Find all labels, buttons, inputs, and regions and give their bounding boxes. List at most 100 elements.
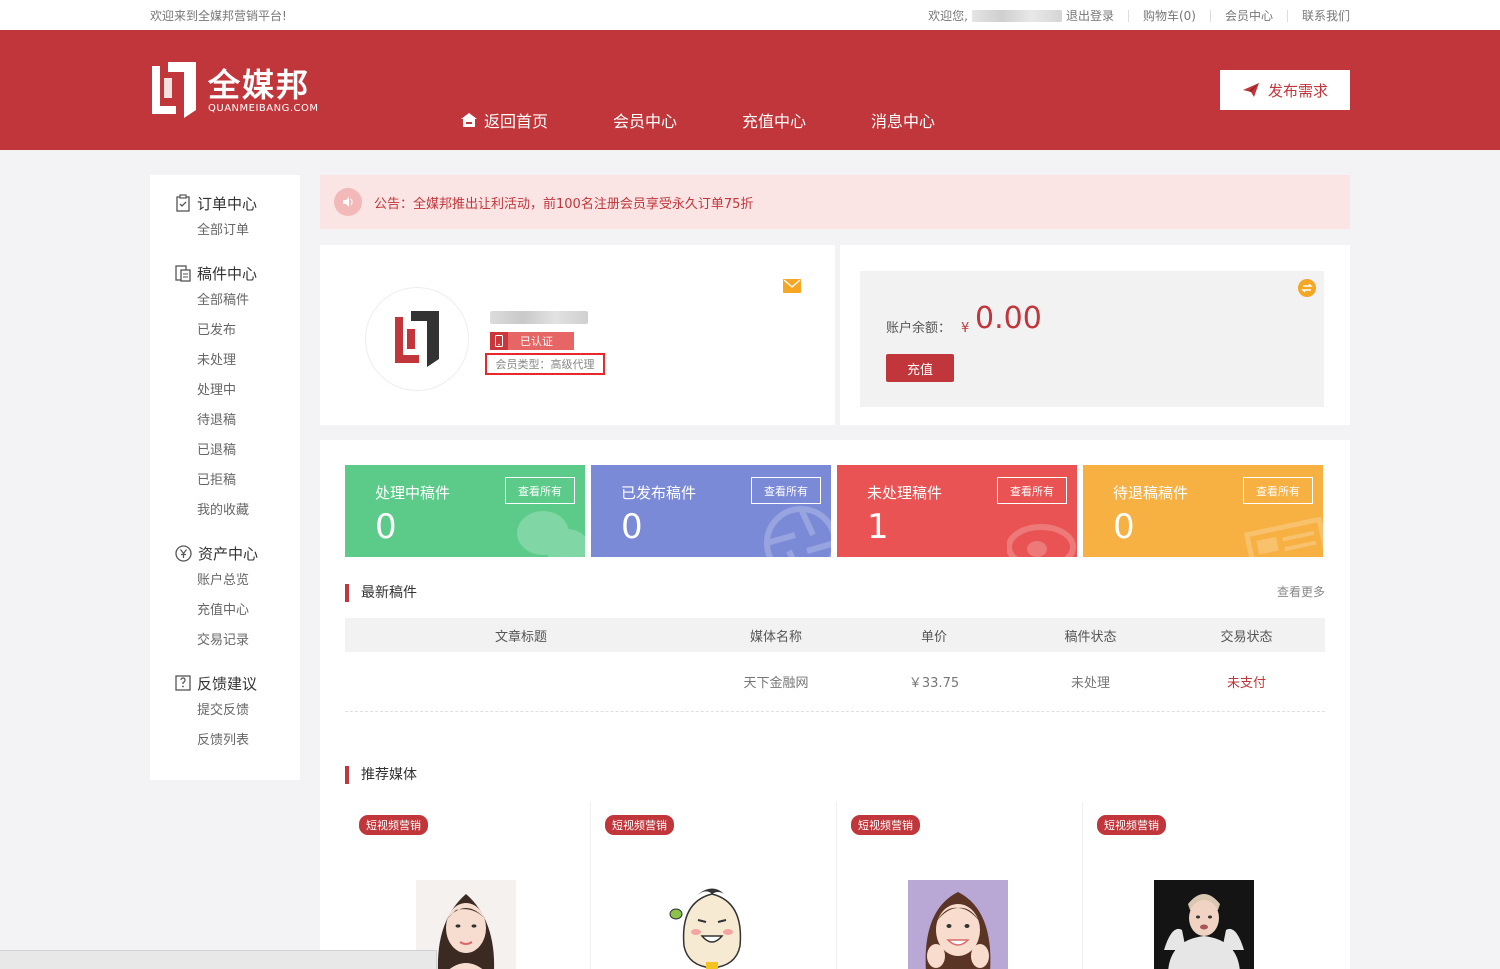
sidebar-item-processing[interactable]: 处理中 bbox=[175, 376, 300, 406]
stat-value: 0 bbox=[621, 507, 643, 547]
nav-member-label: 会员中心 bbox=[613, 112, 678, 131]
main-header: 全媒邦 QUANMEIBANG.COM 返回首页 会员中心 充值中心 消息中心 … bbox=[0, 30, 1500, 150]
col-price: 单价 bbox=[920, 629, 947, 645]
publish-demand-button[interactable]: 发布需求 bbox=[1220, 70, 1350, 110]
verified-badge: 已认证 bbox=[490, 332, 574, 350]
sidebar-item-feedback-list[interactable]: 反馈列表 bbox=[175, 726, 300, 756]
main-nav: 返回首页 会员中心 充值中心 消息中心 bbox=[460, 108, 1000, 132]
sidebar-item-transactions[interactable]: 交易记录 bbox=[175, 626, 300, 656]
verified-text: 已认证 bbox=[520, 335, 553, 348]
table-row[interactable]: 天下金融网 ￥33.75 未处理 未支付 bbox=[345, 652, 1325, 712]
notice-text: 公告：全媒邦推出让利活动，前100名注册会员享受永久订单75折 bbox=[374, 196, 754, 212]
view-more-link[interactable]: 查看更多 bbox=[1277, 583, 1325, 600]
sidebar-head-orders: 订单中心 bbox=[175, 190, 300, 216]
stat-card-published: 已发布稿件 0 查看所有 bbox=[591, 465, 831, 557]
nav-recharge-label: 充值中心 bbox=[742, 112, 807, 131]
media-card[interactable]: 短视频营销 bbox=[345, 802, 591, 969]
divider bbox=[1209, 9, 1211, 22]
sidebar-item-published[interactable]: 已发布 bbox=[175, 316, 300, 346]
recommend-media-list: 短视频营销 短视频营销 短视频营销 短视频营销 bbox=[345, 802, 1329, 969]
stat-title: 处理中稿件 bbox=[375, 484, 451, 502]
nav-home[interactable]: 返回首页 bbox=[460, 108, 548, 132]
latest-table: 文章标题 媒体名称 单价 稿件状态 交易状态 天下金融网 ￥33.75 未处理 … bbox=[345, 618, 1325, 712]
sidebar-head-label: 反馈建议 bbox=[197, 674, 258, 693]
sidebar-item-recharge-center[interactable]: 充值中心 bbox=[175, 596, 300, 626]
view-all-button[interactable]: 查看所有 bbox=[751, 477, 821, 504]
sidebar-item-rejected[interactable]: 已拒稿 bbox=[175, 466, 300, 496]
aperture-icon bbox=[764, 506, 831, 557]
stat-card-processing: 处理中稿件 0 查看所有 bbox=[345, 465, 585, 557]
stat-title: 已发布稿件 bbox=[621, 484, 697, 502]
nav-home-label: 返回首页 bbox=[484, 112, 549, 131]
media-photo bbox=[1154, 880, 1254, 969]
sidebar-item-all-orders[interactable]: 全部订单 bbox=[175, 216, 300, 246]
clipboard-icon bbox=[176, 194, 190, 212]
sidebar-item-unprocessed[interactable]: 未处理 bbox=[175, 346, 300, 376]
stat-title: 待退稿稿件 bbox=[1113, 484, 1189, 502]
table-header: 文章标题 媒体名称 单价 稿件状态 交易状态 bbox=[345, 618, 1325, 652]
media-card[interactable]: 短视频营销 bbox=[837, 802, 1083, 969]
divider bbox=[1286, 9, 1288, 22]
col-title: 文章标题 bbox=[494, 629, 547, 645]
sidebar-item-pending-return[interactable]: 待退稿 bbox=[175, 406, 300, 436]
nav-message-center[interactable]: 消息中心 bbox=[871, 108, 935, 132]
stat-card-pending-return: 待退稿稿件 0 查看所有 bbox=[1083, 465, 1323, 557]
sidebar-head-assets: 资产中心 bbox=[175, 540, 300, 566]
exchange-icon[interactable] bbox=[1298, 279, 1316, 301]
balance-label-text: 账户余额： bbox=[886, 321, 952, 336]
sidebar-head-manuscripts: 稿件中心 bbox=[175, 260, 300, 286]
sidebar-head-label: 订单中心 bbox=[197, 194, 258, 213]
nav-recharge-center[interactable]: 充值中心 bbox=[742, 108, 806, 132]
balance-card: 账户余额： ¥ 0.00 充值 bbox=[840, 245, 1350, 425]
logout-link[interactable]: 退出登录 bbox=[1066, 7, 1114, 24]
yen-icon bbox=[175, 544, 192, 562]
media-card[interactable]: 短视频营销 bbox=[591, 802, 837, 969]
stat-card-unprocessed: 未处理稿件 1 查看所有 bbox=[837, 465, 1077, 557]
sidebar-item-all-manuscripts[interactable]: 全部稿件 bbox=[175, 286, 300, 316]
notice-bar: 公告：全媒邦推出让利活动，前100名注册会员享受永久订单75折 bbox=[320, 175, 1350, 229]
logo-en: QUANMEIBANG.COM bbox=[208, 102, 319, 114]
cart-link[interactable]: 购物车(0) bbox=[1143, 7, 1196, 24]
feedback-icon bbox=[175, 675, 191, 691]
main-panel: 处理中稿件 0 查看所有 已发布稿件 0 查看所有 未处理稿件 1 查看所有 待… bbox=[320, 440, 1350, 969]
greeting-text: 欢迎您, bbox=[928, 9, 968, 23]
member-center-link[interactable]: 会员中心 bbox=[1225, 7, 1273, 24]
sidebar: 订单中心 全部订单 稿件中心 全部稿件 已发布 未处理 处理中 待退稿 已退稿 … bbox=[150, 175, 300, 780]
sidebar-item-returned[interactable]: 已退稿 bbox=[175, 436, 300, 466]
logo[interactable]: 全媒邦 QUANMEIBANG.COM bbox=[150, 60, 319, 120]
sidebar-item-account-overview[interactable]: 账户总览 bbox=[175, 566, 300, 596]
wechat-icon bbox=[517, 511, 585, 557]
media-card[interactable]: 短视频营销 bbox=[1083, 802, 1329, 969]
view-all-button[interactable]: 查看所有 bbox=[1243, 477, 1313, 504]
stat-value: 0 bbox=[375, 507, 397, 547]
sidebar-item-favorites[interactable]: 我的收藏 bbox=[175, 496, 300, 526]
sidebar-group-orders: 订单中心 全部订单 bbox=[175, 190, 300, 246]
media-tag: 短视频营销 bbox=[359, 815, 428, 835]
sidebar-head-label: 稿件中心 bbox=[197, 264, 258, 283]
recharge-button[interactable]: 充值 bbox=[886, 354, 954, 382]
col-media: 媒体名称 bbox=[749, 629, 802, 645]
stat-value: 0 bbox=[1113, 507, 1135, 547]
cell-trade: 未支付 bbox=[1226, 676, 1266, 691]
nav-member-center[interactable]: 会员中心 bbox=[613, 108, 677, 132]
recommend-section-title: 推荐媒体 bbox=[345, 766, 417, 784]
news-icon bbox=[1243, 517, 1323, 557]
view-all-button[interactable]: 查看所有 bbox=[997, 477, 1067, 504]
blurred-username bbox=[490, 311, 588, 324]
view-all-button[interactable]: 查看所有 bbox=[505, 477, 575, 504]
sidebar-head-label: 资产中心 bbox=[198, 544, 259, 563]
media-tag: 短视频营销 bbox=[851, 815, 920, 835]
contact-link[interactable]: 联系我们 bbox=[1302, 7, 1350, 24]
col-status: 稿件状态 bbox=[1064, 629, 1117, 645]
sidebar-item-submit-feedback[interactable]: 提交反馈 bbox=[175, 696, 300, 726]
paper-plane-icon bbox=[1242, 83, 1259, 97]
logo-mark-icon bbox=[150, 60, 198, 120]
col-trade: 交易状态 bbox=[1220, 629, 1273, 645]
mail-icon[interactable] bbox=[783, 279, 801, 297]
sidebar-head-feedback: 反馈建议 bbox=[175, 670, 300, 696]
nav-message-label: 消息中心 bbox=[871, 112, 936, 131]
avatar[interactable] bbox=[365, 287, 469, 391]
logo-cn: 全媒邦 bbox=[208, 65, 311, 104]
balance-label: 账户余额： ¥ bbox=[886, 317, 969, 336]
balance-panel: 账户余额： ¥ 0.00 充值 bbox=[860, 271, 1324, 407]
